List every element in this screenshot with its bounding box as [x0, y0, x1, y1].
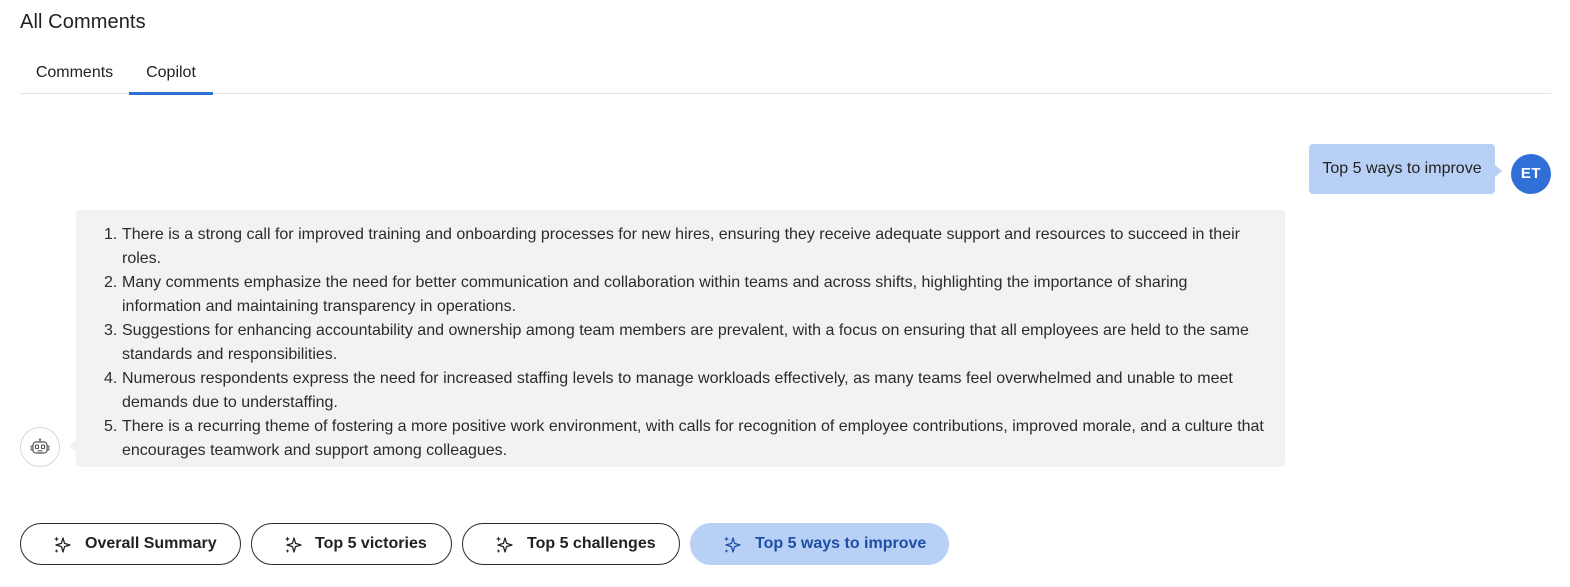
chip-top-5-victories[interactable]: Top 5 victories [251, 523, 452, 565]
list-item: There is a recurring theme of fostering … [104, 415, 1264, 459]
list-item: Suggestions for enhancing accountability… [104, 319, 1249, 363]
sparkle-icon [724, 536, 741, 553]
list-item: Many comments emphasize the need for bet… [104, 271, 1188, 315]
tab-bar: Comments Copilot [20, 54, 1551, 95]
chip-label: Top 5 victories [315, 535, 427, 552]
tab-comments[interactable]: Comments [20, 54, 129, 93]
user-message-bubble: Top 5 ways to improve [1309, 144, 1502, 194]
sparkle-icon [285, 536, 302, 553]
tab-copilot[interactable]: Copilot [129, 54, 213, 95]
chip-top-5-challenges[interactable]: Top 5 challenges [462, 523, 680, 565]
sparkle-icon [54, 536, 71, 553]
page-title: All Comments [20, 11, 146, 33]
assistant-response-list: There is a strong call for improved trai… [104, 223, 1275, 463]
assistant-avatar [20, 427, 60, 467]
user-avatar: ET [1511, 154, 1551, 194]
chip-top-5-ways-to-improve[interactable]: Top 5 ways to improve [690, 523, 949, 565]
chip-label: Top 5 ways to improve [755, 535, 927, 552]
sparkle-icon [496, 536, 513, 553]
assistant-message-bubble: There is a strong call for improved trai… [69, 210, 1285, 467]
chip-label: Top 5 challenges [527, 535, 656, 552]
robot-icon [30, 438, 50, 454]
chip-label: Overall Summary [85, 535, 217, 552]
all-comments-page: All Comments Comments Copilot Top 5 ways… [0, 0, 1570, 587]
chip-overall-summary[interactable]: Overall Summary [20, 523, 241, 565]
list-item: Numerous respondents express the need fo… [104, 367, 1233, 411]
list-item: There is a strong call for improved trai… [104, 223, 1240, 267]
